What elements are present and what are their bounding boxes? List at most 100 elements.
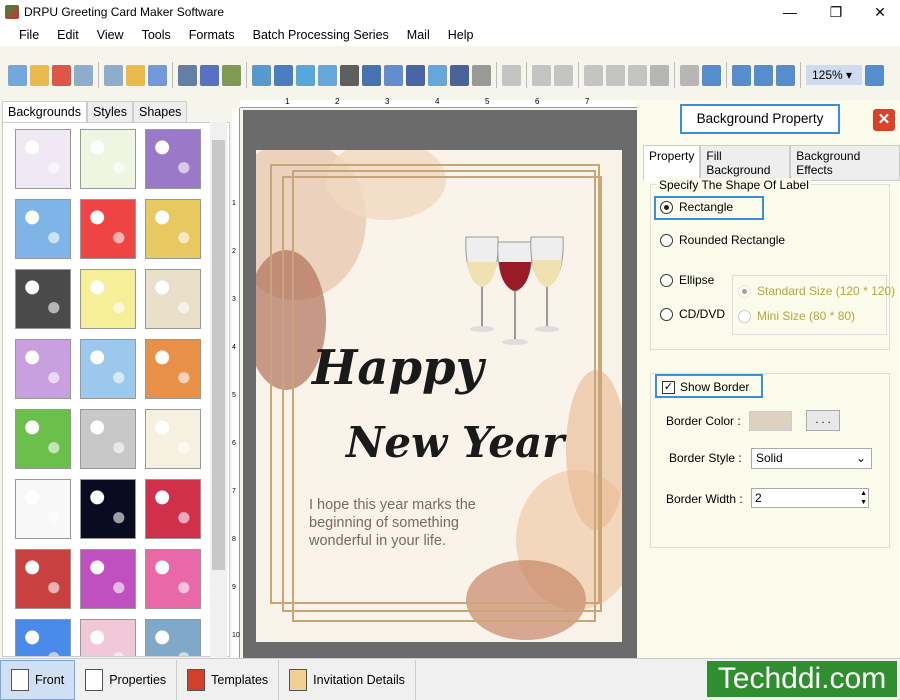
menu-tools[interactable]: Tools [133,28,180,42]
print-preview-icon[interactable] [148,64,167,86]
print-multi-icon[interactable] [200,64,219,86]
email-icon[interactable] [428,64,447,86]
background-thumbnail[interactable] [145,549,201,609]
close-icon[interactable] [52,64,71,86]
radio-rounded-rectangle[interactable]: Rounded Rectangle [660,233,785,248]
save-as-icon[interactable] [104,64,123,86]
close-window-button[interactable]: ✕ [858,0,900,24]
background-thumbnail[interactable] [80,479,136,539]
menu-file[interactable]: File [10,28,48,42]
border-width-stepper[interactable]: 2 ▲ ▼ [751,488,869,508]
background-thumbnail[interactable] [80,619,136,656]
border-color-swatch[interactable] [749,411,792,431]
radio-ellipse[interactable]: Ellipse [660,273,714,288]
background-thumbnail[interactable] [145,129,201,189]
paste-icon[interactable] [606,64,625,86]
toolbar-separator [726,62,727,88]
tab-invitation-details[interactable]: Invitation Details [279,659,416,700]
zoom-in-icon[interactable] [776,64,795,86]
grid-icon[interactable] [702,64,721,86]
line-icon[interactable] [450,64,469,86]
background-thumbnail[interactable] [145,619,201,656]
background-thumbnail[interactable] [145,339,201,399]
pen-icon[interactable] [274,64,293,86]
menu-help[interactable]: Help [439,28,483,42]
background-thumbnail[interactable] [15,339,71,399]
actual-size-icon[interactable] [732,64,751,86]
toolbar-separator [578,62,579,88]
radio-cd-dvd[interactable]: CD/DVD [660,307,725,322]
background-thumbnail[interactable] [15,129,71,189]
signature-icon[interactable] [406,64,425,86]
new-icon[interactable] [8,64,27,86]
undo-icon[interactable] [502,64,521,86]
image-icon[interactable] [252,64,271,86]
background-thumbnail[interactable] [15,549,71,609]
background-thumbnail[interactable] [80,129,136,189]
tab-property[interactable]: Property [643,145,701,181]
tab-properties[interactable]: Properties [75,659,178,700]
background-thumbnail[interactable] [145,199,201,259]
tab-templates[interactable]: Templates [177,659,280,700]
title-bar: DRPU Greeting Card Maker Software — ❐ ✕ [0,0,900,24]
watermark-icon[interactable] [318,64,337,86]
tab-styles[interactable]: Styles [86,101,134,123]
background-thumbnail[interactable] [15,199,71,259]
export-icon[interactable] [126,64,145,86]
background-thumbnail[interactable] [80,409,136,469]
browse-color-button[interactable]: . . . [806,410,840,431]
tab-shapes[interactable]: Shapes [133,101,188,123]
background-thumbnail[interactable] [145,269,201,329]
tab-background-effects[interactable]: Background Effects [790,145,900,181]
background-thumbnail[interactable] [15,619,71,656]
save-icon[interactable] [74,64,93,86]
spin-arrows-icon[interactable]: ▲ ▼ [860,489,867,507]
close-panel-button[interactable]: ✕ [873,109,895,131]
minimize-button[interactable]: — [768,0,812,24]
maximize-button[interactable]: ❐ [814,0,858,24]
background-thumbnail[interactable] [15,269,71,329]
scrollbar-thumb[interactable] [212,140,225,570]
tab-fill-background[interactable]: Fill Background [700,145,791,181]
zoom-out-icon[interactable] [865,64,884,86]
background-thumbnail[interactable] [15,409,71,469]
copy-icon[interactable] [584,64,603,86]
shape-icon[interactable] [296,64,315,86]
radio-rectangle[interactable]: Rectangle [660,200,734,215]
delete-icon[interactable] [628,64,647,86]
background-thumbnail[interactable] [80,339,136,399]
menu-edit[interactable]: Edit [48,28,88,42]
fit-icon[interactable] [754,64,773,86]
background-thumbnail[interactable] [80,549,136,609]
border-style-select[interactable]: Solid ⌄ [751,448,872,469]
toolbar-separator [526,62,527,88]
open-icon[interactable] [30,64,49,86]
radio-standard-size: Standard Size (120 * 120) [738,284,896,299]
database-icon[interactable] [472,64,491,86]
show-border-checkbox[interactable]: ✓ Show Border [662,380,749,395]
radio-label: Rectangle [679,200,734,214]
cut-icon[interactable] [554,64,573,86]
menu-mail[interactable]: Mail [398,28,439,42]
barcode-icon[interactable] [340,64,359,86]
radio-label: Standard Size (120 * 120) [757,284,896,298]
background-thumbnail[interactable] [80,199,136,259]
print-icon[interactable] [178,64,197,86]
tab-front[interactable]: Front [0,659,76,700]
word-art-icon[interactable] [384,64,403,86]
greeting-card[interactable]: Happy New Year I hope this year marks th… [256,150,622,642]
bring-front-icon[interactable] [650,64,669,86]
menu-batch[interactable]: Batch Processing Series [244,28,398,42]
send-back-icon[interactable] [680,64,699,86]
background-thumbnail[interactable] [145,479,201,539]
background-thumbnail[interactable] [15,479,71,539]
menu-formats[interactable]: Formats [180,28,244,42]
menu-view[interactable]: View [88,28,133,42]
redo-icon[interactable] [532,64,551,86]
background-thumbnail[interactable] [145,409,201,469]
text-icon[interactable] [362,64,381,86]
zoom-select[interactable]: 125% ▾ [806,65,862,85]
background-thumbnail[interactable] [80,269,136,329]
tab-backgrounds[interactable]: Backgrounds [2,101,87,123]
background-icon[interactable] [222,64,241,86]
